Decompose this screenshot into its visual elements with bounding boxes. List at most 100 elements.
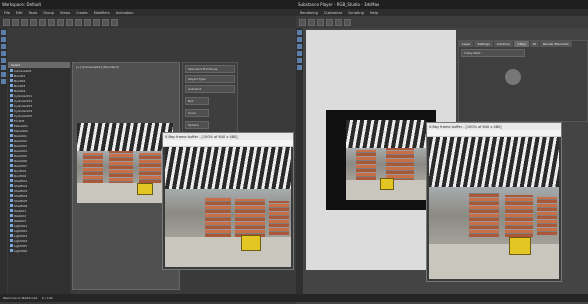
scene-explorer-row[interactable]: Light006 [8,248,70,253]
material-editor-button[interactable] [93,18,100,26]
tool-button[interactable] [299,18,306,26]
tool-icon[interactable] [1,79,6,84]
snap-button[interactable] [66,18,73,26]
tool-button[interactable] [308,18,315,26]
tool-icon[interactable] [1,44,6,49]
vfb-left-title[interactable]: V-Ray frame buffer - [100% of 640 x 480] [163,133,293,140]
render-setup-panel: Layer Settings Common V-Ray GI Render El… [458,40,588,122]
object-icon [10,169,13,172]
cmd-sphere[interactable]: Sphere [185,121,209,129]
scene-object-label: Light005 [14,243,28,248]
object-icon [10,209,13,212]
rotate-button[interactable] [48,18,55,26]
scene-object-label: Plane002 [14,128,28,133]
tool-icon[interactable] [1,51,6,56]
vray-frame-buffer-right[interactable]: V-Ray frame buffer - [100% of 640 x 480] [426,122,562,282]
tool-icon[interactable] [1,65,6,70]
menu-scripting[interactable]: Scripting [348,11,364,15]
object-icon [10,134,13,137]
object-icon [10,174,13,177]
object-icon [10,79,13,82]
cmd-standard-primitives[interactable]: Standard Primitives [185,65,235,73]
mirror-button[interactable] [75,18,82,26]
scene-object-label: Rack001 [14,133,27,138]
tool-button[interactable] [335,18,342,26]
menu-rendering[interactable]: Rendering [300,11,318,15]
right-window-title: Substance Player - RGB_Studio - 3dsMax [298,2,380,7]
object-icon [10,114,13,117]
scale-button[interactable] [57,18,64,26]
vray-frame-buffer-left[interactable]: V-Ray frame buffer - [100% of 640 x 480] [162,132,294,270]
tool-icon[interactable] [1,30,6,35]
object-icon [10,189,13,192]
object-icon [10,159,13,162]
cmd-cone[interactable]: Cone [185,109,209,117]
tool-icon[interactable] [297,44,302,49]
object-icon [10,139,13,142]
scene-object-label: Rack003 [14,143,27,148]
frame-counter[interactable]: 0 / 100 [42,296,53,300]
scene-object-label: Wall002 [14,213,27,218]
tool-icon[interactable] [1,72,6,77]
scene-object-label: Wall003 [14,218,27,223]
scene-object-label: Rack007 [14,163,27,168]
tab-render-elements[interactable]: Render Elements [540,41,572,47]
viewport-render-preview [77,123,173,203]
tool-icon[interactable] [1,37,6,42]
menu-modifiers[interactable]: Modifiers [94,11,110,15]
vfb-left-toolbar[interactable] [163,140,293,147]
undo-button[interactable] [3,18,10,26]
scene-object-label: Roof002 [14,173,27,178]
vfb-right-toolbar[interactable] [427,130,561,137]
scene-object-label: Light006 [14,248,28,253]
vfb-right-title[interactable]: V-Ray frame buffer - [100% of 640 x 480] [427,123,561,130]
menu-tools[interactable]: Tools [29,11,38,15]
scene-explorer: Select Camera001 Box001 Box002 Box003 Box004… [8,62,70,294]
tool-icon[interactable] [297,65,302,70]
right-menu-bar: Rendering Customize Scripting Help [296,9,588,16]
tab-layer[interactable]: Layer [459,41,474,47]
select-button[interactable] [30,18,37,26]
tool-icon[interactable] [297,51,302,56]
vfb-right-render-image [429,137,559,279]
menu-file[interactable]: File [4,11,10,15]
scene-object-label: Rack006 [14,158,27,163]
tool-icon[interactable] [1,58,6,63]
tab-settings[interactable]: Settings [474,41,493,47]
render-setup-button[interactable] [102,18,109,26]
link-button[interactable] [21,18,28,26]
scene-object-label: Plane001 [14,123,28,128]
tab-gi[interactable]: GI [529,41,540,47]
menu-edit[interactable]: Edit [16,11,23,15]
scene-object-label: Cylinder002 [14,98,33,103]
menu-help[interactable]: Help [370,11,378,15]
tool-button[interactable] [344,18,351,26]
material-preview-icon [505,69,521,85]
tool-icon[interactable] [297,30,302,35]
left-title-bar: Workspace: Default [0,0,296,9]
object-icon [10,244,13,247]
tool-button[interactable] [317,18,324,26]
tab-vray[interactable]: V-Ray [514,41,529,47]
cmd-box[interactable]: Box [185,97,209,105]
redo-button[interactable] [12,18,19,26]
move-button[interactable] [39,18,46,26]
render-button[interactable] [111,18,118,26]
menu-create[interactable]: Create [76,11,88,15]
object-icon [10,84,13,87]
cmd-autogrid[interactable]: AutoGrid [185,85,235,93]
object-icon [10,199,13,202]
tool-icon[interactable] [297,37,302,42]
scene-object-label: Box003 [14,83,26,88]
menu-group[interactable]: Group [43,11,54,15]
tool-icon[interactable] [297,58,302,63]
tab-common[interactable]: Common [493,41,514,47]
scene-object-label: Cylinder004 [14,108,33,113]
renderer-dropdown[interactable]: V-Ray Next [461,49,525,57]
menu-views[interactable]: Views [60,11,70,15]
tool-button[interactable] [326,18,333,26]
menu-animation[interactable]: Animation [116,11,134,15]
align-button[interactable] [84,18,91,26]
menu-customize[interactable]: Customize [324,11,342,15]
viewport-label[interactable]: [+] [Camera001] [Standard] [76,65,119,69]
